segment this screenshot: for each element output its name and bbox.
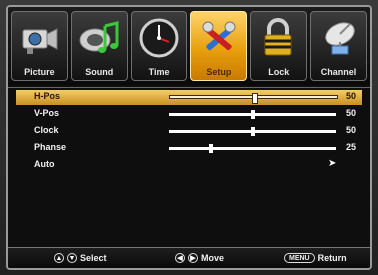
- tab-label: Time: [148, 67, 170, 77]
- hint-move: ◀ ▶ Move: [175, 253, 224, 263]
- tab-sound[interactable]: Sound: [70, 11, 128, 81]
- menu-item-label: Auto: [34, 159, 55, 169]
- satellite-dish-icon: [325, 22, 355, 55]
- menu-item-h-pos[interactable]: H-Pos 50: [16, 90, 362, 105]
- tools-icon: [202, 21, 236, 51]
- tab-label: Setup: [206, 67, 232, 77]
- tab-channel[interactable]: Channel: [310, 11, 367, 81]
- menu-item-value: 50: [345, 108, 356, 118]
- v-pos-slider[interactable]: [169, 110, 336, 119]
- tab-label: Lock: [268, 67, 290, 77]
- menu-item-value: 50: [345, 125, 356, 135]
- music-note-icon: [79, 21, 119, 53]
- slider-knob[interactable]: [250, 110, 255, 119]
- setup-menu: H-Pos 50 V-Pos 50 Clock 50 Phanse 25 Aut…: [8, 87, 370, 243]
- camera-icon: [22, 28, 58, 54]
- left-arrow-icon: ◀: [175, 253, 185, 263]
- footer-hints: ▲ ▼ Select ◀ ▶ Move MENU Return: [8, 247, 370, 268]
- menu-item-label: Phanse: [34, 142, 67, 152]
- menu-item-value: 25: [345, 142, 356, 152]
- slider-knob[interactable]: [208, 144, 213, 153]
- menu-item-phanse[interactable]: Phanse 25: [16, 141, 362, 156]
- tab-setup[interactable]: Setup: [190, 11, 248, 81]
- hint-return: MENU Return: [284, 253, 347, 263]
- right-arrow-icon: ▶: [188, 253, 198, 263]
- tab-lock[interactable]: Lock: [250, 11, 308, 81]
- osd-window: Picture Sound Time Setup Lock Channel H-…: [6, 5, 372, 270]
- lock-icon: [264, 18, 292, 56]
- menu-item-value: 50: [345, 91, 356, 101]
- tab-label: Sound: [85, 67, 114, 77]
- slider-knob[interactable]: [251, 93, 258, 104]
- phanse-slider[interactable]: [169, 144, 336, 153]
- menu-item-auto[interactable]: Auto ➤: [16, 158, 362, 173]
- down-arrow-icon: ▼: [67, 253, 77, 263]
- slider-knob[interactable]: [250, 127, 255, 136]
- tv-osd-screen: Picture Sound Time Setup Lock Channel H-…: [0, 0, 378, 275]
- tab-label: Picture: [24, 67, 55, 77]
- tab-label: Channel: [320, 67, 357, 77]
- tab-time[interactable]: Time: [130, 11, 188, 81]
- up-arrow-icon: ▲: [54, 253, 64, 263]
- menu-item-clock[interactable]: Clock 50: [16, 124, 362, 139]
- enter-arrow-icon: ➤: [328, 158, 337, 169]
- menu-item-label: Clock: [34, 125, 59, 135]
- tab-picture[interactable]: Picture: [11, 11, 68, 81]
- tab-bar: Picture Sound Time Setup Lock Channel: [8, 7, 370, 85]
- hint-select: ▲ ▼ Select: [54, 253, 107, 263]
- menu-item-v-pos[interactable]: V-Pos 50: [16, 107, 362, 122]
- hint-select-label: Select: [80, 253, 107, 263]
- hint-return-label: Return: [317, 253, 347, 263]
- clock-icon: [139, 18, 179, 58]
- hint-move-label: Move: [201, 253, 225, 263]
- menu-key-icon: MENU: [284, 253, 315, 263]
- menu-item-label: H-Pos: [34, 91, 61, 101]
- h-pos-slider[interactable]: [169, 93, 338, 104]
- clock-slider[interactable]: [169, 127, 336, 136]
- menu-item-label: V-Pos: [34, 108, 60, 118]
